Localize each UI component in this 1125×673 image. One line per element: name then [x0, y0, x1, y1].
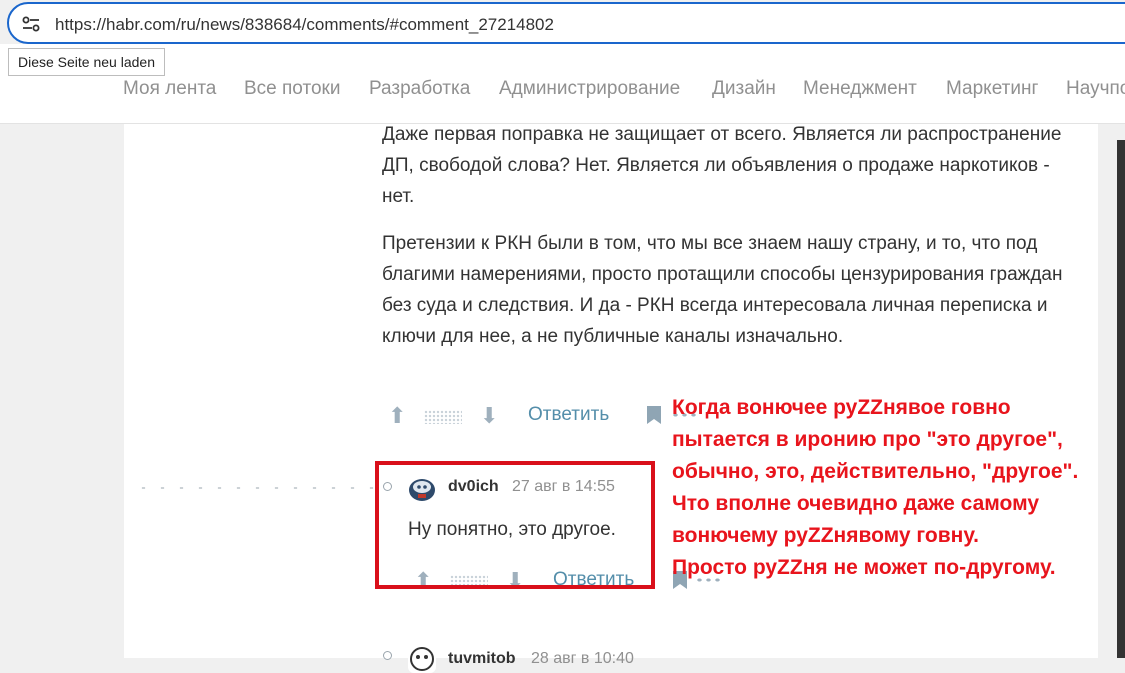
highlight-box [375, 461, 655, 589]
thread-indent-line [134, 485, 378, 491]
nav-item-marketing[interactable]: Маркетинг [946, 78, 1038, 100]
address-bar[interactable]: https://habr.com/ru/news/838684/comments… [7, 2, 1125, 44]
annotation-line: Когда вонючее руZZнявое говно [672, 396, 1011, 419]
reload-tooltip: Diese Seite neu laden [8, 48, 165, 76]
nav-items: Моя лента Все потоки Разработка Админист… [0, 78, 1125, 102]
site-settings-icon[interactable] [22, 16, 40, 32]
annotation-text: Когда вонючее руZZнявое говно пытается в… [672, 392, 1125, 584]
nav-item-development[interactable]: Разработка [369, 78, 470, 100]
downvote-icon[interactable]: ⬇ [480, 404, 498, 428]
nav-item-management[interactable]: Менеджмент [803, 78, 917, 100]
comment-date[interactable]: 28 авг в 10:40 [531, 650, 634, 668]
url-text[interactable]: https://habr.com/ru/news/838684/comments… [55, 15, 554, 35]
annotation-line: обычно, это, действительно, "другое". [672, 460, 1079, 483]
annotation-line: Просто руZZня не может по-другому. [672, 556, 1056, 579]
annotation-line: Что вполне очевидно даже самому [672, 492, 1040, 515]
comment-username[interactable]: tuvmitob [448, 650, 516, 668]
rating-hidden [424, 410, 462, 424]
avatar[interactable] [408, 645, 436, 673]
annotation-line: вонючему руZZнявому говну. [672, 524, 979, 547]
nav-item-my-feed[interactable]: Моя лента [123, 78, 216, 100]
nav-item-administration[interactable]: Администрирование [499, 78, 680, 100]
comment-actions: ⬆ ⬇ Ответить [388, 404, 718, 430]
thread-node-icon [383, 651, 392, 660]
nav-item-popsci[interactable]: Научпо [1066, 78, 1125, 100]
user-avatar-icon [408, 645, 436, 673]
nav-item-design[interactable]: Дизайн [712, 78, 776, 100]
top-navigation: Моя лента Все потоки Разработка Админист… [0, 44, 1125, 124]
comment-paragraph: Даже первая поправка не защищает от всег… [382, 124, 1062, 207]
nav-item-all-streams[interactable]: Все потоки [244, 78, 340, 100]
bookmark-icon[interactable] [647, 406, 661, 424]
upvote-icon[interactable]: ⬆ [388, 404, 406, 428]
comment-paragraph: Претензии к РКН были в том, что мы все з… [382, 233, 1063, 347]
annotation-line: пытается в иронию про "это другое", [672, 428, 1063, 451]
reply-button[interactable]: Ответить [528, 404, 609, 426]
